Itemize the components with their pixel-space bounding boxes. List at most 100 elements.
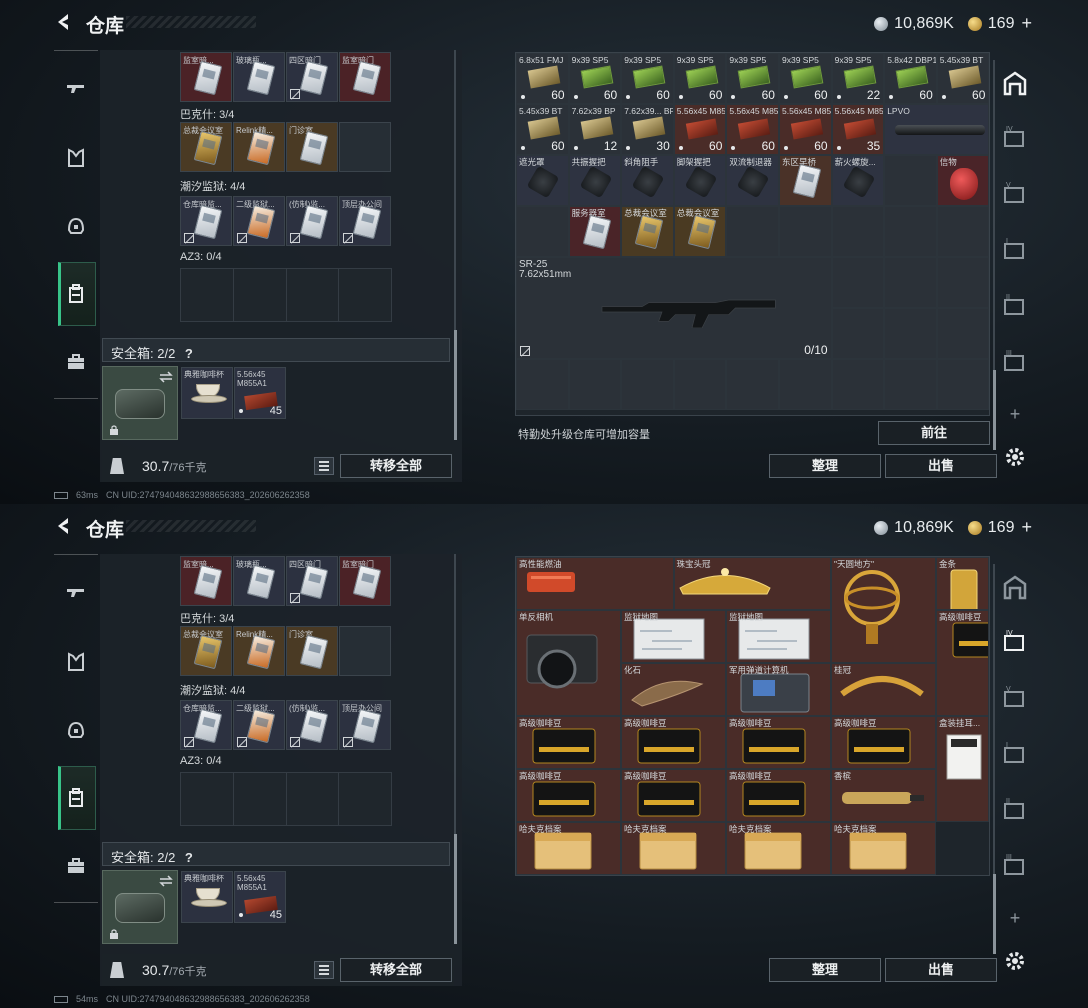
ammo-slot[interactable]: 9x39 SP5 60 [779, 53, 832, 104]
key-slot[interactable]: 门诊室 [286, 626, 338, 676]
empty-slot[interactable] [884, 155, 937, 206]
loot-slot-coffee[interactable]: 高级咖啡豆 [726, 716, 831, 769]
key-slot[interactable]: 总裁会议室 [180, 122, 232, 172]
key-slot[interactable]: 监室暗... [180, 52, 232, 102]
empty-slot[interactable] [339, 626, 391, 676]
attachment-slot[interactable]: 斜角阻手 [621, 155, 674, 206]
left-scrollbar[interactable] [454, 330, 457, 440]
stash-tab-3-icon[interactable]: III [1000, 852, 1030, 882]
empty-slot[interactable] [673, 359, 727, 410]
empty-slot[interactable] [936, 206, 990, 257]
key-row-az3[interactable] [180, 268, 392, 322]
loot-slot-map[interactable]: 监狱地图 [726, 610, 831, 663]
empty-slot[interactable] [884, 257, 937, 308]
attachment-slot[interactable]: 双流制退器 [726, 155, 779, 206]
ammo-slot[interactable]: 5.56x45 M855A160 [673, 104, 727, 155]
warehouse-icon[interactable] [1000, 68, 1030, 98]
loot-slot-laurel[interactable]: 桂冠 [831, 663, 936, 716]
add-currency-button[interactable]: + [1021, 517, 1032, 538]
stash-tab-1-icon[interactable]: I [1000, 740, 1030, 770]
empty-slot[interactable] [339, 122, 391, 172]
add-tab-button[interactable]: + [1000, 908, 1030, 938]
right-scrollbar[interactable] [993, 874, 996, 954]
empty-slot[interactable] [936, 308, 990, 359]
stash-tab-4-icon[interactable]: IV [1000, 124, 1030, 154]
empty-slot[interactable] [884, 308, 937, 359]
key-slot[interactable]: 总裁会议室 [180, 626, 232, 676]
empty-slot[interactable] [621, 359, 674, 410]
transfer-all-button[interactable]: 转移全部 [340, 958, 452, 982]
ammo-slot[interactable]: 5.56x45 M855A135 [831, 104, 885, 155]
loot-slot-coffee[interactable]: 高级咖啡豆 [516, 716, 621, 769]
key-slot[interactable]: 二级监狱... [233, 196, 285, 246]
ammo-slot[interactable]: 9x39 SP5 60 [568, 53, 622, 104]
loot-slot-coffee[interactable]: 高级咖啡豆 [621, 716, 726, 769]
ammo-slot[interactable]: 5.45x39 BT 60 [936, 53, 990, 104]
key-slot[interactable]: 监室暗门 [339, 52, 391, 102]
loot-slot-map[interactable]: 监狱地图 [621, 610, 726, 663]
sell-button[interactable]: 出售 [885, 454, 997, 478]
empty-slot[interactable] [516, 359, 569, 410]
empty-slot[interactable] [726, 206, 779, 257]
key-slot[interactable]: 四区暗门 [286, 52, 338, 102]
attachment-slot[interactable]: 共振握把 [568, 155, 622, 206]
key-slot[interactable]: 仓库暗监... [180, 700, 232, 750]
warehouse-icon[interactable] [1000, 572, 1030, 602]
scope-slot[interactable]: LPVO [884, 104, 990, 155]
empty-slot[interactable] [831, 308, 885, 359]
loot-slot-archive[interactable]: 哈夫克档案 [621, 822, 726, 875]
key-slot[interactable]: Relink精... [233, 122, 285, 172]
transfer-all-button[interactable]: 转移全部 [340, 454, 452, 478]
loot-slot-champagne[interactable]: 香槟 [831, 769, 936, 822]
ammo-slot[interactable]: 9x39 SP5 60 [726, 53, 779, 104]
list-icon[interactable] [314, 961, 334, 979]
sell-button[interactable]: 出售 [885, 958, 997, 982]
key-slot[interactable]: 监室暗门 [339, 556, 391, 606]
stash-tab-3-icon[interactable]: III [1000, 348, 1030, 378]
stash-tab-1-icon[interactable]: I [1000, 236, 1030, 266]
add-tab-button[interactable]: + [1000, 404, 1030, 434]
ammo-slot[interactable]: 5.56x45 M855A160 [779, 104, 832, 155]
ammo-slot[interactable]: 5.8x42 DBP10 60 [884, 53, 937, 104]
helmet-icon[interactable] [66, 216, 86, 236]
ammo-slot[interactable]: 5.56x45 M855A160 [726, 104, 779, 155]
armor-icon[interactable] [66, 652, 86, 672]
helmet-icon[interactable] [66, 720, 86, 740]
safe-slot-cup[interactable]: 典雅咖啡杯 [181, 871, 233, 923]
loot-slot-coffee[interactable]: 高级咖啡豆 [936, 610, 989, 716]
loot-slot-crown[interactable]: 珠宝头冠 [673, 557, 831, 610]
add-currency-button[interactable]: + [1021, 13, 1032, 34]
key-slot[interactable]: (仿制)监... [286, 700, 338, 750]
stash-tab-2-icon[interactable]: II [1000, 292, 1030, 322]
empty-slot[interactable] [516, 206, 569, 257]
stash-tab-2-icon[interactable]: II [1000, 796, 1030, 826]
sort-button[interactable]: 整理 [769, 454, 881, 478]
loot-slot-fuel[interactable]: 高性能燃油 [516, 557, 674, 610]
key-slot[interactable]: 仓库暗监... [180, 196, 232, 246]
key-slot[interactable]: 玻璃瓶... [233, 52, 285, 102]
settings-icon[interactable] [1000, 442, 1030, 472]
empty-slot[interactable] [936, 359, 990, 410]
key-slot[interactable]: 四区暗门 [286, 556, 338, 606]
ammo-slot[interactable]: 7.62x39 BP 12 [568, 104, 622, 155]
loot-slot-coffee[interactable]: 高级咖啡豆 [516, 769, 621, 822]
key-slot[interactable]: Relink精... [233, 626, 285, 676]
loot-slot-coffee[interactable]: 高级咖啡豆 [621, 769, 726, 822]
empty-slot[interactable] [779, 206, 832, 257]
loot-slot-goldbar[interactable]: 金条 [936, 557, 989, 610]
loot-slot-coffee[interactable]: 高级咖啡豆 [831, 716, 936, 769]
loot-slot-armillary[interactable]: "天圆地方" [831, 557, 936, 663]
help-icon[interactable]: ? [185, 346, 193, 361]
attachment-slot[interactable]: 遮光罩 [516, 155, 569, 206]
ammo-slot[interactable]: 9x39 SP5 60 [673, 53, 727, 104]
ammo-slot[interactable]: 9x39 SP5 60 [621, 53, 674, 104]
stash-tab-5-icon[interactable]: V [1000, 180, 1030, 210]
attachment-slot[interactable]: 脚架握把 [673, 155, 727, 206]
swap-icon[interactable] [159, 371, 173, 383]
empty-slot[interactable] [884, 359, 937, 410]
toolbox-icon[interactable] [66, 856, 86, 876]
stash-tab-5-icon[interactable]: V [1000, 684, 1030, 714]
key-slot[interactable]: 二级监狱... [233, 700, 285, 750]
armor-icon[interactable] [66, 148, 86, 168]
key-slot[interactable]: 玻璃瓶... [233, 556, 285, 606]
